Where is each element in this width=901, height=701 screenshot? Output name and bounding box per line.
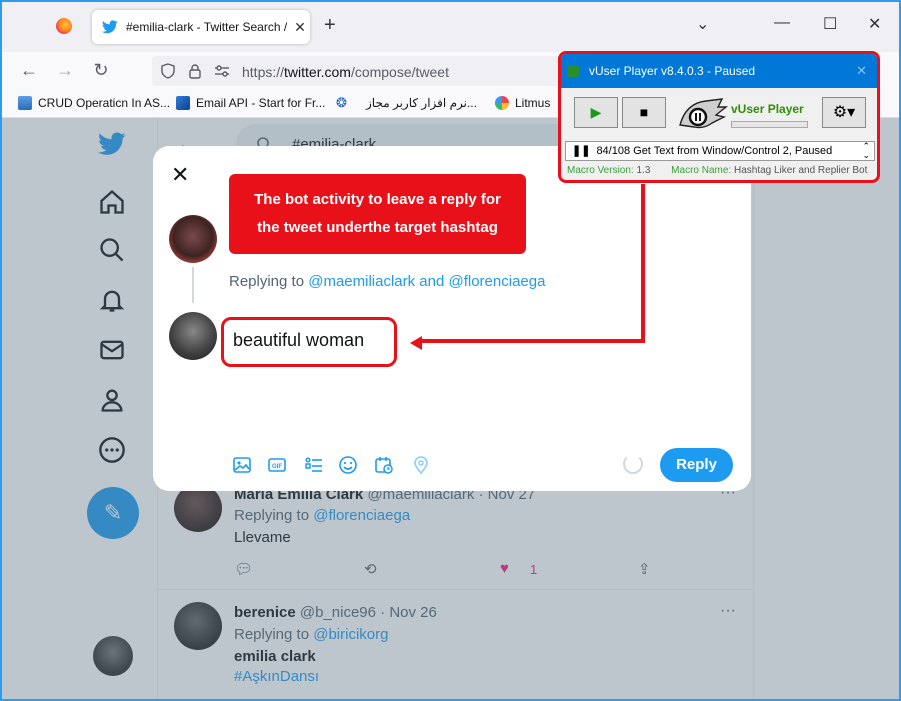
maximize-icon[interactable]: ☐: [823, 14, 837, 34]
vuser-brand-label: vUser Player: [731, 102, 804, 116]
vuser-close-icon[interactable]: ✕: [856, 63, 867, 79]
pause-icon: ❚❚: [572, 145, 591, 157]
replying-to-text: Replying to @maemiliaclark and @florenci…: [229, 273, 546, 290]
emoji-icon[interactable]: [338, 455, 358, 475]
annotation-line-1: The bot activity to leave a reply for: [254, 191, 501, 208]
vuser-progress-bar: [731, 121, 808, 128]
back-icon[interactable]: ←: [19, 60, 39, 80]
vuser-status-field: ❚❚ 84/108 Get Text from Window/Control 2,…: [565, 141, 875, 161]
vuser-logo-icon: [567, 65, 579, 77]
close-icon[interactable]: ✕: [171, 162, 189, 188]
bookmark-crud[interactable]: CRUD Operaticn In AS...: [18, 96, 170, 110]
bookmark-persian-site[interactable]: ❂ نرم افزار کاربر مجاز...: [336, 95, 477, 111]
bookmark-email-api[interactable]: Email API - Start for Fr...: [176, 96, 325, 110]
close-window-icon[interactable]: ✕: [868, 14, 881, 34]
annotation-arrow-head: [410, 336, 422, 350]
reply-text-highlight: [221, 317, 397, 367]
gif-icon[interactable]: GIF: [267, 455, 287, 475]
bookmark-favicon-icon: ❂: [336, 95, 347, 110]
shield-icon[interactable]: [160, 63, 176, 79]
original-tweet-avatar: [169, 215, 217, 263]
lock-icon[interactable]: [188, 63, 202, 79]
tab-twitter-search[interactable]: #emilia-clark - Twitter Search / ✕: [92, 10, 310, 44]
vuser-title: vUser Player v8.4.0.3 - Paused: [589, 64, 756, 78]
minimize-icon[interactable]: —: [774, 14, 790, 32]
thread-connector: [192, 267, 194, 303]
vuser-footer: Macro Version: 1.3 Macro Name: Hashtag L…: [567, 165, 868, 176]
stop-button[interactable]: ■: [622, 97, 666, 128]
annotation-callout: The bot activity to leave a reply for th…: [229, 174, 526, 254]
reload-icon[interactable]: ↻: [91, 60, 111, 80]
character-counter: [623, 454, 643, 474]
annotation-arrow-vertical: [641, 184, 645, 342]
media-image-icon[interactable]: [232, 455, 252, 475]
vuser-title-bar[interactable]: vUser Player v8.4.0.3 - Paused ✕: [561, 54, 877, 88]
stop-icon: ■: [639, 104, 649, 120]
bookmark-favicon-icon: [495, 96, 509, 110]
vuser-player-window: vUser Player v8.4.0.3 - Paused ✕ ▶ ■ vUs…: [558, 51, 880, 183]
vuser-spin-arrows-icon[interactable]: ⌃ ⌄: [862, 142, 870, 160]
location-pin-icon[interactable]: [411, 455, 431, 475]
vuser-status-text: 84/108 Get Text from Window/Control 2, P…: [596, 145, 833, 157]
schedule-icon[interactable]: [374, 455, 394, 475]
annotation-line-2: the tweet underthe target hashtag: [257, 219, 498, 236]
robot-logo-icon: [679, 98, 728, 129]
firefox-icon[interactable]: [56, 18, 72, 34]
reply-button[interactable]: Reply: [660, 448, 733, 482]
play-button[interactable]: ▶: [574, 97, 618, 128]
play-icon: ▶: [590, 104, 602, 120]
tab-bar: #emilia-clark - Twitter Search / ✕ + ⌄ —…: [2, 2, 899, 52]
browser-window: #emilia-clark - Twitter Search / ✕ + ⌄ —…: [0, 0, 901, 701]
url-bar[interactable]: https://twitter.com/compose/tweet: [152, 56, 572, 86]
twitter-bird-icon: [102, 20, 118, 34]
permissions-icon[interactable]: [214, 64, 230, 78]
tab-title: #emilia-clark - Twitter Search /: [126, 20, 288, 34]
new-tab-icon[interactable]: +: [324, 14, 336, 37]
poll-icon[interactable]: [304, 455, 324, 475]
bookmark-litmus[interactable]: Litmus: [495, 96, 550, 110]
user-avatar: [169, 312, 217, 360]
gear-icon: ⚙▾: [832, 104, 856, 121]
tab-list-chevron-icon[interactable]: ⌄: [696, 14, 709, 34]
bookmark-favicon-icon: [18, 96, 32, 110]
bookmark-favicon-icon: [176, 96, 190, 110]
settings-button[interactable]: ⚙▾: [822, 97, 866, 128]
forward-icon[interactable]: →: [55, 60, 75, 80]
tab-close-icon[interactable]: ✕: [290, 19, 310, 36]
annotation-arrow-horizontal: [420, 339, 645, 343]
svg-text:GIF: GIF: [272, 464, 282, 470]
url-text[interactable]: https://twitter.com/compose/tweet: [242, 64, 449, 80]
